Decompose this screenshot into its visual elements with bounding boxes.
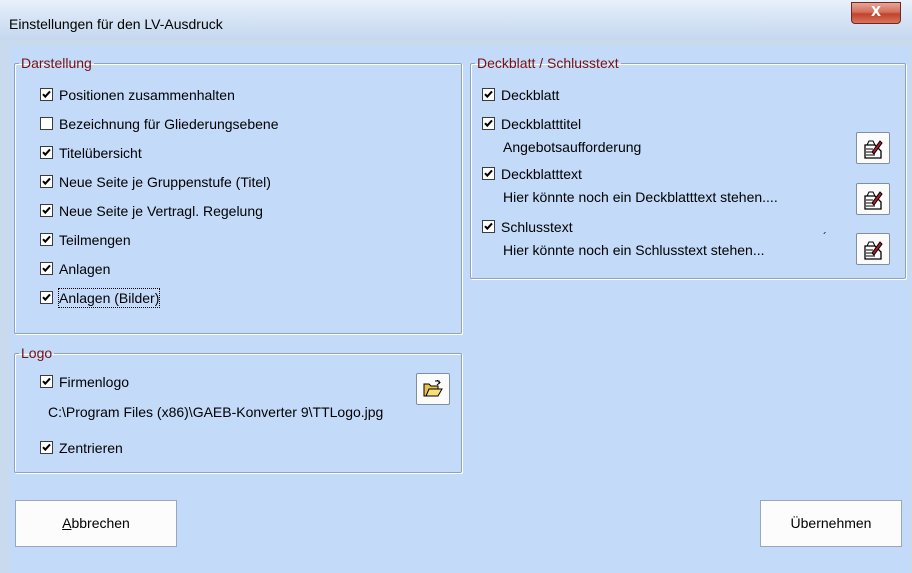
checkbox-box[interactable] (40, 441, 53, 454)
checkbox-label: Teilmengen (59, 232, 131, 248)
checkbox-zentrieren[interactable]: Zentrieren (40, 439, 123, 457)
open-logo-button[interactable] (416, 373, 450, 405)
checkmark-icon (42, 293, 51, 302)
checkbox-deckblatt[interactable]: Deckblatt (482, 86, 559, 104)
checkbox-box[interactable] (482, 220, 495, 233)
checkbox-anlagen-bilder[interactable]: Anlagen (Bilder) (40, 288, 161, 308)
deckblatttitel-value: Angebotsaufforderung (503, 139, 642, 155)
checkmark-icon (484, 119, 493, 128)
checkbox-label: Deckblatttext (501, 166, 582, 182)
edit-note-icon (864, 241, 883, 260)
cancel-label-rest: bbrechen (71, 515, 130, 531)
checkbox-box[interactable] (40, 375, 53, 388)
checkmark-icon (42, 206, 51, 215)
checkmark-icon (484, 169, 493, 178)
checkmark-icon (42, 443, 51, 452)
checkbox-box[interactable] (40, 204, 53, 217)
checkmark-icon (42, 377, 51, 386)
checkbox-deckblatttext[interactable]: Deckblatttext (482, 165, 582, 183)
checkbox-firmenlogo[interactable]: Firmenlogo (40, 373, 129, 391)
checkmark-icon (484, 90, 493, 99)
cancel-button[interactable]: Abbrechen (15, 500, 177, 547)
checkbox-box[interactable] (40, 88, 53, 101)
darstellung-legend: Darstellung (21, 55, 92, 71)
title-bar: Einstellungen für den LV-Ausdruck X (0, 0, 912, 40)
checkbox-box[interactable] (40, 175, 53, 188)
checkbox-box[interactable] (40, 233, 53, 246)
checkbox-box[interactable] (482, 117, 495, 130)
ok-button[interactable]: Übernehmen (760, 500, 902, 547)
checkbox-positionen-zusammenhalten[interactable]: Positionen zusammenhalten (40, 86, 235, 104)
open-folder-icon (423, 380, 443, 397)
window-title: Einstellungen für den LV-Ausdruck (9, 16, 223, 32)
checkbox-box[interactable] (482, 167, 495, 180)
checkbox-label: Positionen zusammenhalten (59, 87, 235, 103)
logo-legend: Logo (21, 345, 53, 361)
deckblatt-legend: Deckblatt / Schlusstext (477, 55, 619, 71)
checkmark-icon (42, 264, 51, 273)
edit-deckblatttitel-button[interactable] (856, 132, 890, 164)
checkmark-icon (42, 148, 51, 157)
edit-note-icon (864, 191, 883, 210)
checkbox-box[interactable] (40, 291, 53, 304)
checkbox-label: Anlagen (Bilder) (57, 288, 161, 308)
close-button[interactable]: X (851, 2, 901, 24)
checkbox-label: Anlagen (59, 261, 111, 277)
checkbox-deckblatttitel[interactable]: Deckblatttitel (482, 115, 581, 133)
checkbox-label: Schlusstext (501, 219, 573, 235)
checkbox-label: Neue Seite je Gruppenstufe (Titel) (59, 174, 271, 190)
checkmark-icon (42, 235, 51, 244)
edit-deckblatttext-button[interactable] (856, 183, 890, 215)
checkmark-icon (42, 90, 51, 99)
checkbox-box[interactable] (482, 88, 495, 101)
checkbox-label: Titelübersicht (59, 145, 142, 161)
ok-label: Übernehmen (790, 515, 872, 531)
stray-mark: ´ (823, 230, 827, 244)
checkbox-titeluebersicht[interactable]: Titelübersicht (40, 144, 142, 162)
checkmark-icon (42, 177, 51, 186)
edit-note-icon (864, 140, 883, 159)
checkbox-label: Neue Seite je Vertragl. Regelung (59, 203, 263, 219)
checkbox-box[interactable] (40, 146, 53, 159)
checkbox-label: Bezeichnung für Gliederungsebene (59, 116, 279, 132)
checkbox-teilmengen[interactable]: Teilmengen (40, 231, 131, 249)
checkmark-icon (484, 222, 493, 231)
checkbox-bezeichnung-gliederungsebene[interactable]: Bezeichnung für Gliederungsebene (40, 115, 279, 133)
checkbox-anlagen[interactable]: Anlagen (40, 260, 110, 278)
checkbox-box[interactable] (40, 262, 53, 275)
checkbox-schlusstext[interactable]: Schlusstext (482, 218, 573, 236)
checkbox-label: Zentrieren (59, 440, 123, 456)
checkbox-box[interactable] (40, 117, 53, 130)
logo-path: C:\Program Files (x86)\GAEB-Konverter 9\… (48, 404, 384, 420)
edit-schlusstext-button[interactable] (856, 233, 890, 265)
deckblatttext-value: Hier könnte noch ein Deckblatttext stehe… (503, 189, 778, 205)
checkbox-label: Firmenlogo (59, 374, 130, 390)
checkbox-neue-seite-vertragl-regelung[interactable]: Neue Seite je Vertragl. Regelung (40, 202, 263, 220)
schlusstext-value: Hier könnte noch ein Schlusstext stehen.… (503, 242, 765, 258)
checkbox-label: Deckblatt (501, 87, 560, 103)
checkbox-neue-seite-gruppenstufe[interactable]: Neue Seite je Gruppenstufe (Titel) (40, 173, 271, 191)
close-icon: X (870, 5, 882, 20)
dialog-client-area: Darstellung Positionen zusammenhalten Be… (10, 46, 910, 573)
checkbox-label: Deckblatttitel (501, 116, 582, 132)
